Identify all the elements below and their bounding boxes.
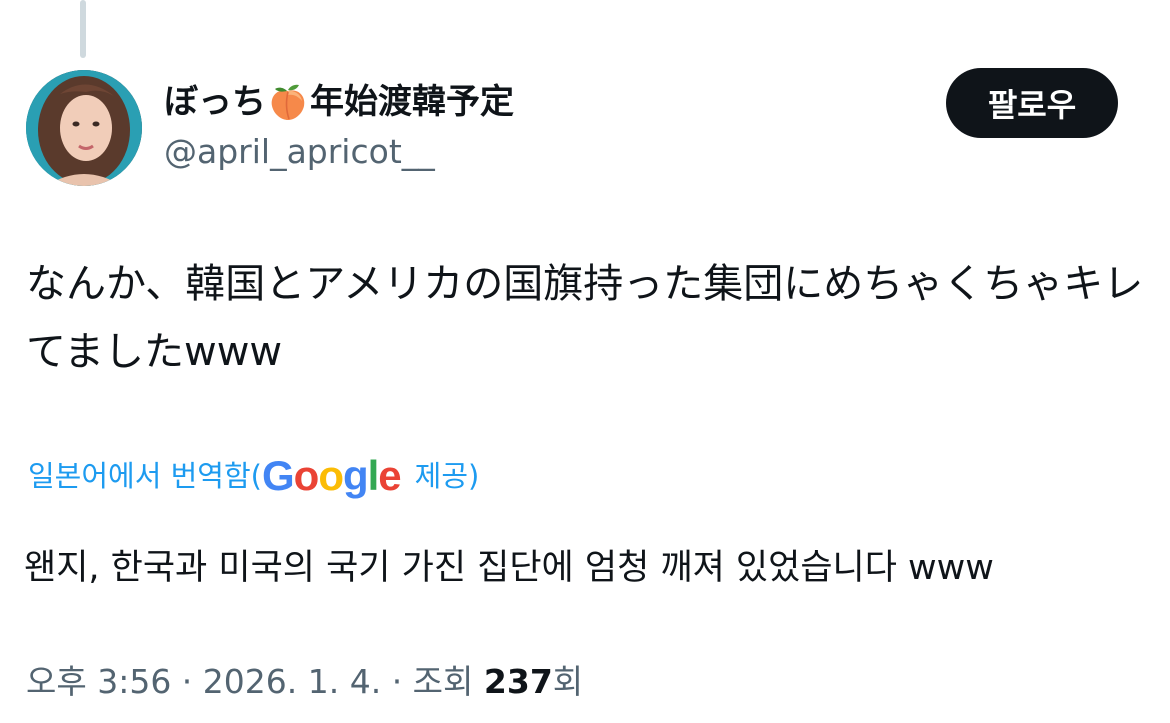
views-count: 237 (483, 662, 553, 701)
google-logo-G: G (261, 452, 295, 499)
tweet-metadata: 오후 3:56 · 2026. 1. 4. · 조회 237회 (26, 656, 583, 708)
google-logo-g: g (342, 452, 369, 499)
follow-button[interactable]: 팔로우 (946, 68, 1118, 138)
translation-prefix[interactable]: 일본어에서 번역함( (28, 452, 262, 500)
google-logo-o1: o (293, 452, 320, 499)
translation-suffix[interactable]: 제공) (415, 452, 480, 500)
views-suffix: 회 (552, 662, 584, 701)
avatar[interactable] (26, 70, 142, 186)
tweet-text: なんか、韓国とアメリカの国旗持った集団にめちゃくちゃキレ てましたwww (26, 250, 1146, 386)
thread-connector-line (80, 0, 86, 58)
tweet-text-line-1: なんか、韓国とアメリカの国旗持った集団にめちゃくちゃキレ (26, 261, 1144, 307)
google-logo-o2: o (318, 452, 344, 499)
google-logo: Google (261, 452, 402, 500)
display-name-prefix[interactable]: ぼっち (164, 80, 266, 124)
tweet-text-line-2: てましたwww (26, 329, 283, 375)
google-logo-l: l (367, 452, 380, 499)
author-handle[interactable]: @april_apricot__ (164, 130, 435, 174)
google-logo-e: e (378, 452, 401, 499)
author-name-row[interactable]: ぼっち 年始渡韓予定 (164, 80, 514, 124)
translated-tweet-text: 왠지, 한국과 미국의 국기 가진 집단에 엄청 깨져 있었습니다 www (24, 548, 994, 588)
translation-attribution[interactable]: 일본어에서 번역함( Google 제공) (28, 452, 479, 500)
avatar-image (26, 70, 142, 186)
peach-icon (268, 82, 308, 122)
display-name-suffix[interactable]: 年始渡韓予定 (310, 80, 514, 124)
tweet-timestamp[interactable]: 오후 3:56 · 2026. 1. 4. · 조회 (26, 662, 484, 701)
